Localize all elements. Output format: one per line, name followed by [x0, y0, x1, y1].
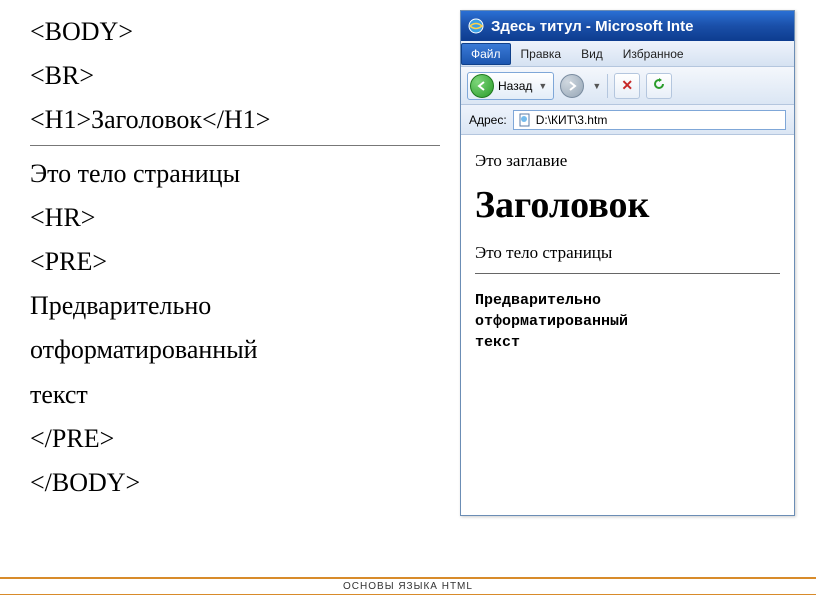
address-bar: Адрес: D:\КИТ\3.htm [461, 105, 794, 135]
back-button[interactable]: Назад ▼ [467, 72, 554, 100]
html-source-code: <BODY> <BR> <H1>Заголовок</H1> Это тело … [0, 0, 460, 555]
menu-view[interactable]: Вид [571, 43, 613, 65]
menu-edit[interactable]: Правка [511, 43, 572, 65]
toolbar-divider [607, 74, 608, 98]
separator-line [30, 145, 440, 146]
code-line: <HR> [30, 196, 440, 240]
forward-button[interactable] [560, 74, 584, 98]
refresh-button[interactable] [646, 73, 672, 99]
slide-footer: ОСНОВЫ ЯЗЫКА HTML [0, 577, 816, 595]
menu-file[interactable]: Файл [461, 43, 511, 65]
code-line: <PRE> [30, 240, 440, 284]
page-subtitle: Это заглавие [475, 151, 780, 171]
footer-text: ОСНОВЫ ЯЗЫКА HTML [343, 581, 473, 592]
window-titlebar: Здесь титул - Microsoft Inte [461, 11, 794, 41]
back-label: Назад [498, 79, 532, 93]
rendered-page: Это заглавие Заголовок Это тело страницы… [461, 135, 794, 515]
page-icon [518, 113, 532, 127]
toolbar: Назад ▼ ▼ ✕ [461, 67, 794, 105]
code-line: Предварительно [30, 284, 440, 328]
address-label: Адрес: [469, 113, 507, 127]
browser-window: Здесь титул - Microsoft Inte Файл Правка… [460, 10, 795, 516]
code-line: отформатированный [30, 328, 440, 372]
menu-favorites[interactable]: Избранное [613, 43, 694, 65]
refresh-icon [652, 77, 666, 94]
arrow-left-icon [470, 74, 494, 98]
page-heading: Заголовок [475, 183, 780, 227]
code-line: текст [30, 373, 440, 417]
ie-logo-icon [467, 17, 485, 35]
page-pre-text: Предварительно отформатированный текст [475, 290, 780, 353]
code-line: <H1>Заголовок</H1> [30, 98, 440, 142]
chevron-down-icon[interactable]: ▼ [590, 81, 601, 91]
address-input[interactable]: D:\КИТ\3.htm [513, 110, 786, 130]
stop-button[interactable]: ✕ [614, 73, 640, 99]
code-line: </BODY> [30, 461, 440, 505]
menu-bar: Файл Правка Вид Избранное [461, 41, 794, 67]
page-horizontal-rule [475, 273, 780, 274]
page-body-text: Это тело страницы [475, 243, 780, 263]
chevron-down-icon: ▼ [536, 81, 547, 91]
address-value: D:\КИТ\3.htm [536, 113, 608, 127]
close-icon: ✕ [621, 77, 633, 94]
code-line: Это тело страницы [30, 152, 440, 196]
code-line: <BODY> [30, 10, 440, 54]
window-title: Здесь титул - Microsoft Inte [491, 18, 693, 35]
code-line: </PRE> [30, 417, 440, 461]
code-line: <BR> [30, 54, 440, 98]
